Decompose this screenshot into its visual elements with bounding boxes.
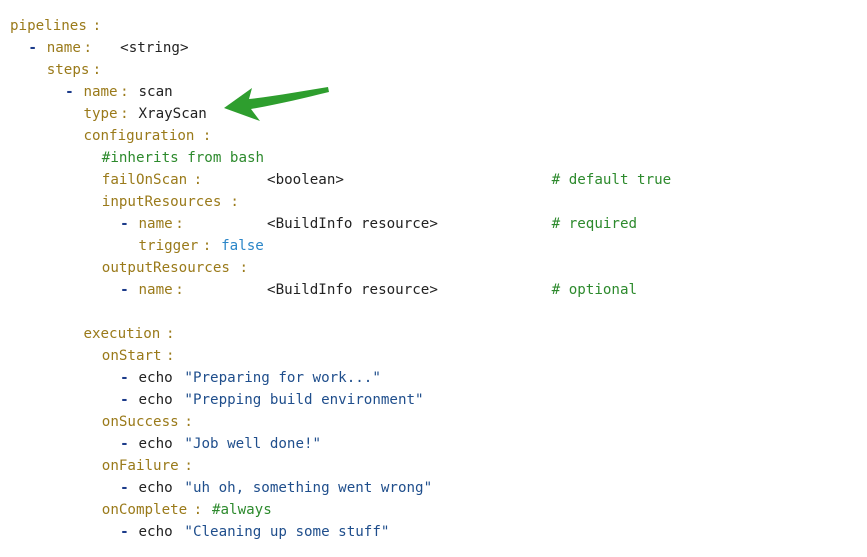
yaml-key: name [83,84,118,100]
yaml-value: false [221,238,264,254]
yaml-comment: #inherits from bash [101,150,265,166]
yaml-value: echo [138,480,173,496]
yaml-key: configuration [83,128,195,144]
yaml-key: onSuccess [101,414,179,430]
yaml-key: inputResources [101,194,222,210]
yaml-colon: : [193,172,203,188]
yaml-key: trigger [138,238,199,254]
yaml-colon: : [120,106,129,122]
yaml-colon: : [193,502,203,518]
yaml-value: echo [138,370,173,386]
yaml-colon: : [175,216,184,232]
list-dash: - [120,370,129,386]
yaml-key: pipelines [10,18,87,34]
yaml-comment: #always [211,502,272,518]
yaml-value: echo [138,392,173,408]
yaml-key: outputResources [101,260,230,276]
yaml-colon: : [184,458,193,474]
yaml-key: execution [83,326,161,342]
yaml-key: steps [46,62,90,78]
yaml-key: onComplete [101,502,188,518]
yaml-value: <string> [120,40,189,56]
echo-string: "uh oh, something went wrong" [184,480,433,496]
yaml-key: type [83,106,118,122]
yaml-value: echo [138,436,173,452]
list-dash: - [120,216,129,232]
list-dash: - [120,480,129,496]
echo-string: "Prepping build environment" [184,392,424,408]
yaml-colon: : [92,18,102,34]
yaml-key: onStart [101,348,162,364]
yaml-colon: : [166,326,175,342]
echo-string: "Preparing for work..." [184,370,381,386]
yaml-value: XrayScan [138,106,207,122]
yaml-key: failOnScan [101,172,188,188]
yaml-colon: : [92,62,102,78]
yaml-trailing-comment: # optional [551,282,638,298]
list-dash: - [65,84,74,100]
yaml-value: <BuildInfo resource> [267,282,438,298]
yaml-colon: : [230,194,239,210]
echo-string: "Job well done!" [184,436,322,452]
yaml-colon: : [202,238,212,254]
list-dash: - [120,392,129,408]
yaml-value: scan [138,84,173,100]
yaml-colon: : [83,40,92,56]
yaml-value: <boolean> [267,172,344,188]
yaml-key: name [46,40,81,56]
yaml-key: name [138,282,173,298]
list-dash: - [120,282,129,298]
yaml-value: echo [138,524,173,540]
yaml-key: onFailure [101,458,179,474]
yaml-colon: : [239,260,249,276]
green-arrow-icon [224,87,329,121]
echo-string: "Cleaning up some stuff" [184,524,390,540]
yaml-trailing-comment: # default true [551,172,672,188]
yaml-colon: : [120,84,129,100]
yaml-colon: : [202,128,212,144]
yaml-trailing-comment: # required [551,216,638,232]
yaml-value: <BuildInfo resource> [267,216,438,232]
list-dash: - [120,436,129,452]
list-dash: - [28,40,37,56]
yaml-colon: : [175,282,184,298]
yaml-colon: : [166,348,175,364]
list-dash: - [120,524,129,540]
yaml-colon: : [184,414,193,430]
yaml-key: name [138,216,173,232]
